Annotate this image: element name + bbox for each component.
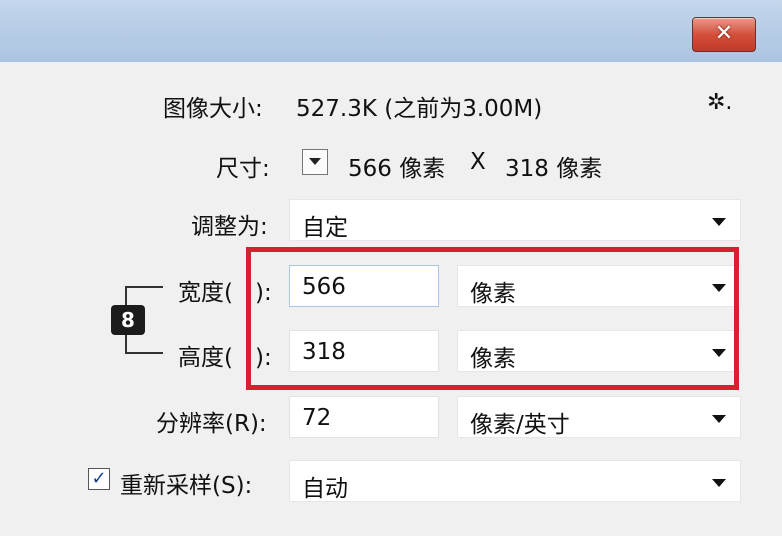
title-bar: ✕ [0, 0, 782, 62]
resample-select[interactable]: 自动 [289, 460, 741, 502]
resample-value: 自动 [302, 476, 348, 502]
resample-checkbox[interactable]: ✓ [88, 468, 110, 490]
resolution-unit-select[interactable]: 像素/英寸 [457, 396, 741, 438]
dimensions-label: 尺寸: [216, 156, 270, 182]
image-size-value: 527.3K (之前为3.00M) [296, 96, 543, 122]
chevron-down-icon [712, 415, 726, 423]
dimensions-dropdown-button[interactable] [302, 149, 328, 175]
resample-label: 重新采样(S): [120, 473, 253, 499]
highlight-box [246, 247, 739, 390]
dimensions-x: X [470, 149, 486, 175]
constrain-proportions-icon[interactable]: 8 [111, 305, 145, 335]
chevron-down-icon [712, 218, 726, 226]
dimensions-height: 318 像素 [505, 156, 603, 182]
resolution-input[interactable]: 72 [289, 396, 439, 438]
close-button[interactable]: ✕ [692, 17, 756, 52]
image-size-label: 图像大小: [163, 96, 263, 122]
resolution-value: 72 [302, 405, 332, 431]
chevron-down-icon [309, 158, 321, 165]
chevron-down-icon [712, 479, 726, 487]
gear-icon[interactable]: ✲. [707, 90, 732, 115]
fit-to-label: 调整为: [191, 214, 268, 240]
close-icon: ✕ [714, 21, 734, 46]
resolution-unit-value: 像素/英寸 [470, 412, 570, 438]
fit-to-select[interactable]: 自定 [289, 199, 741, 241]
resolution-label: 分辨率(R): [156, 411, 267, 437]
dimensions-width: 566 像素 [348, 156, 446, 182]
fit-to-value: 自定 [302, 215, 348, 241]
